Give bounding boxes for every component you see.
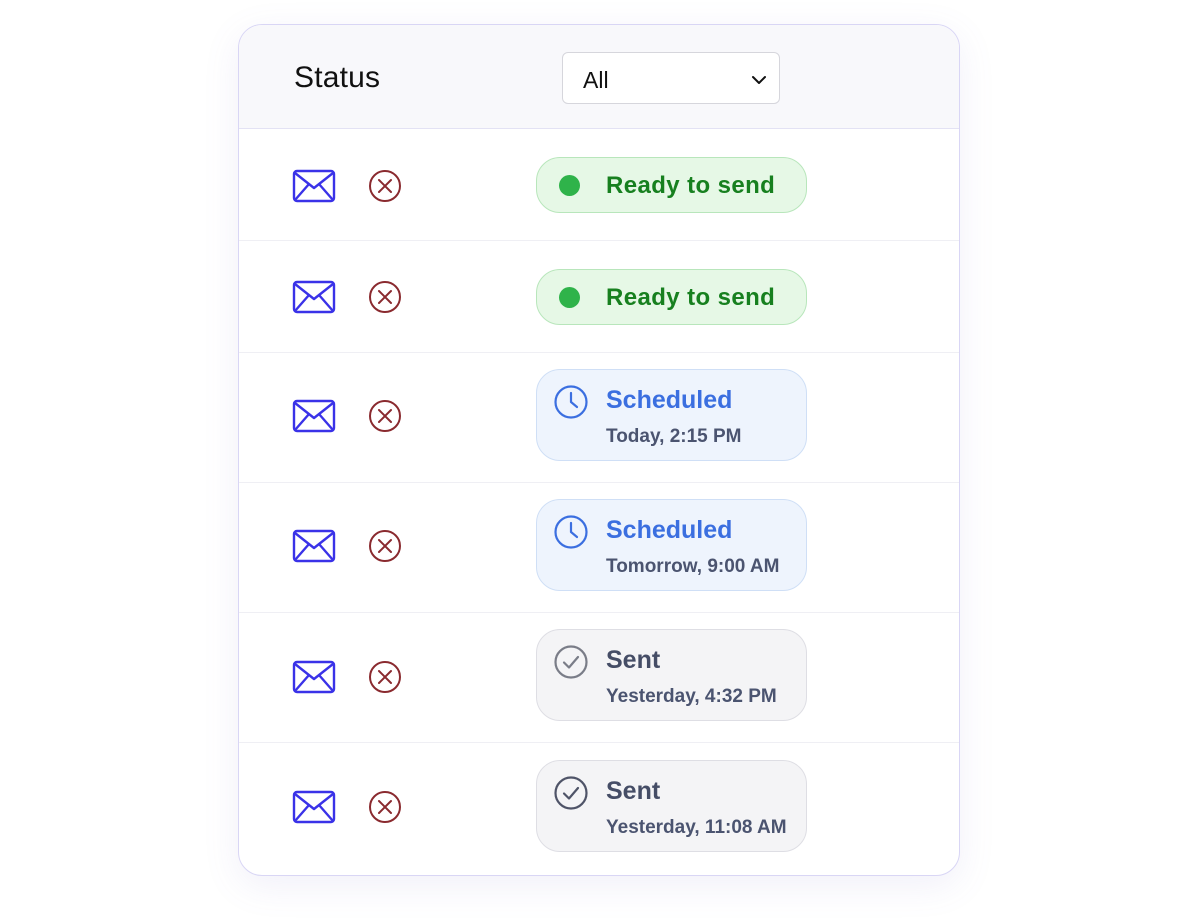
- envelope-icon[interactable]: [292, 280, 336, 314]
- chevron-down-icon: [752, 76, 766, 84]
- cancel-circle-icon[interactable]: [368, 660, 402, 694]
- green-dot-icon: [559, 287, 580, 308]
- status-timestamp: Yesterday, 11:08 AM: [606, 817, 787, 838]
- clock-icon: [554, 515, 588, 549]
- cancel-circle-icon[interactable]: [368, 790, 402, 824]
- check-circle-icon: [554, 776, 588, 810]
- envelope-icon[interactable]: [292, 399, 336, 433]
- cancel-circle-icon[interactable]: [368, 169, 402, 203]
- status-badge: Sent Yesterday, 4:32 PM: [536, 629, 807, 721]
- status-label: Ready to send: [606, 284, 776, 311]
- cancel-circle-icon[interactable]: [368, 280, 402, 314]
- status-filter-select[interactable]: All: [562, 52, 780, 104]
- status-label: Scheduled: [606, 386, 733, 414]
- check-circle-icon: [554, 645, 588, 679]
- status-label: Ready to send: [606, 172, 776, 199]
- status-badge: Scheduled Today, 2:15 PM: [536, 369, 807, 461]
- clock-icon: [554, 385, 588, 419]
- status-label: Scheduled: [606, 516, 733, 544]
- status-panel: Status All Ready to send Ready to send S…: [238, 24, 960, 876]
- status-timestamp: Tomorrow, 9:00 AM: [606, 556, 780, 577]
- status-badge: Ready to send: [536, 269, 807, 325]
- envelope-icon[interactable]: [292, 790, 336, 824]
- status-timestamp: Yesterday, 4:32 PM: [606, 686, 777, 707]
- table-row: Scheduled Tomorrow, 9:00 AM: [239, 483, 959, 613]
- status-badge: Sent Yesterday, 11:08 AM: [536, 760, 807, 852]
- envelope-icon[interactable]: [292, 529, 336, 563]
- cancel-circle-icon[interactable]: [368, 399, 402, 433]
- status-timestamp: Today, 2:15 PM: [606, 426, 742, 447]
- table-row: Sent Yesterday, 4:32 PM: [239, 613, 959, 743]
- green-dot-icon: [559, 175, 580, 196]
- status-badge: Scheduled Tomorrow, 9:00 AM: [536, 499, 807, 591]
- table-row: Sent Yesterday, 11:08 AM: [239, 743, 959, 875]
- status-filter-value: All: [583, 67, 609, 93]
- status-label: Sent: [606, 646, 661, 674]
- table-row: Ready to send: [239, 129, 959, 241]
- cancel-circle-icon[interactable]: [368, 529, 402, 563]
- envelope-icon[interactable]: [292, 660, 336, 694]
- status-badge: Ready to send: [536, 157, 807, 213]
- page-title: Status: [294, 61, 381, 94]
- status-label: Sent: [606, 777, 661, 805]
- table-row: Scheduled Today, 2:15 PM: [239, 353, 959, 483]
- table-row: Ready to send: [239, 241, 959, 353]
- panel-header: Status All: [239, 25, 959, 129]
- envelope-icon[interactable]: [292, 169, 336, 203]
